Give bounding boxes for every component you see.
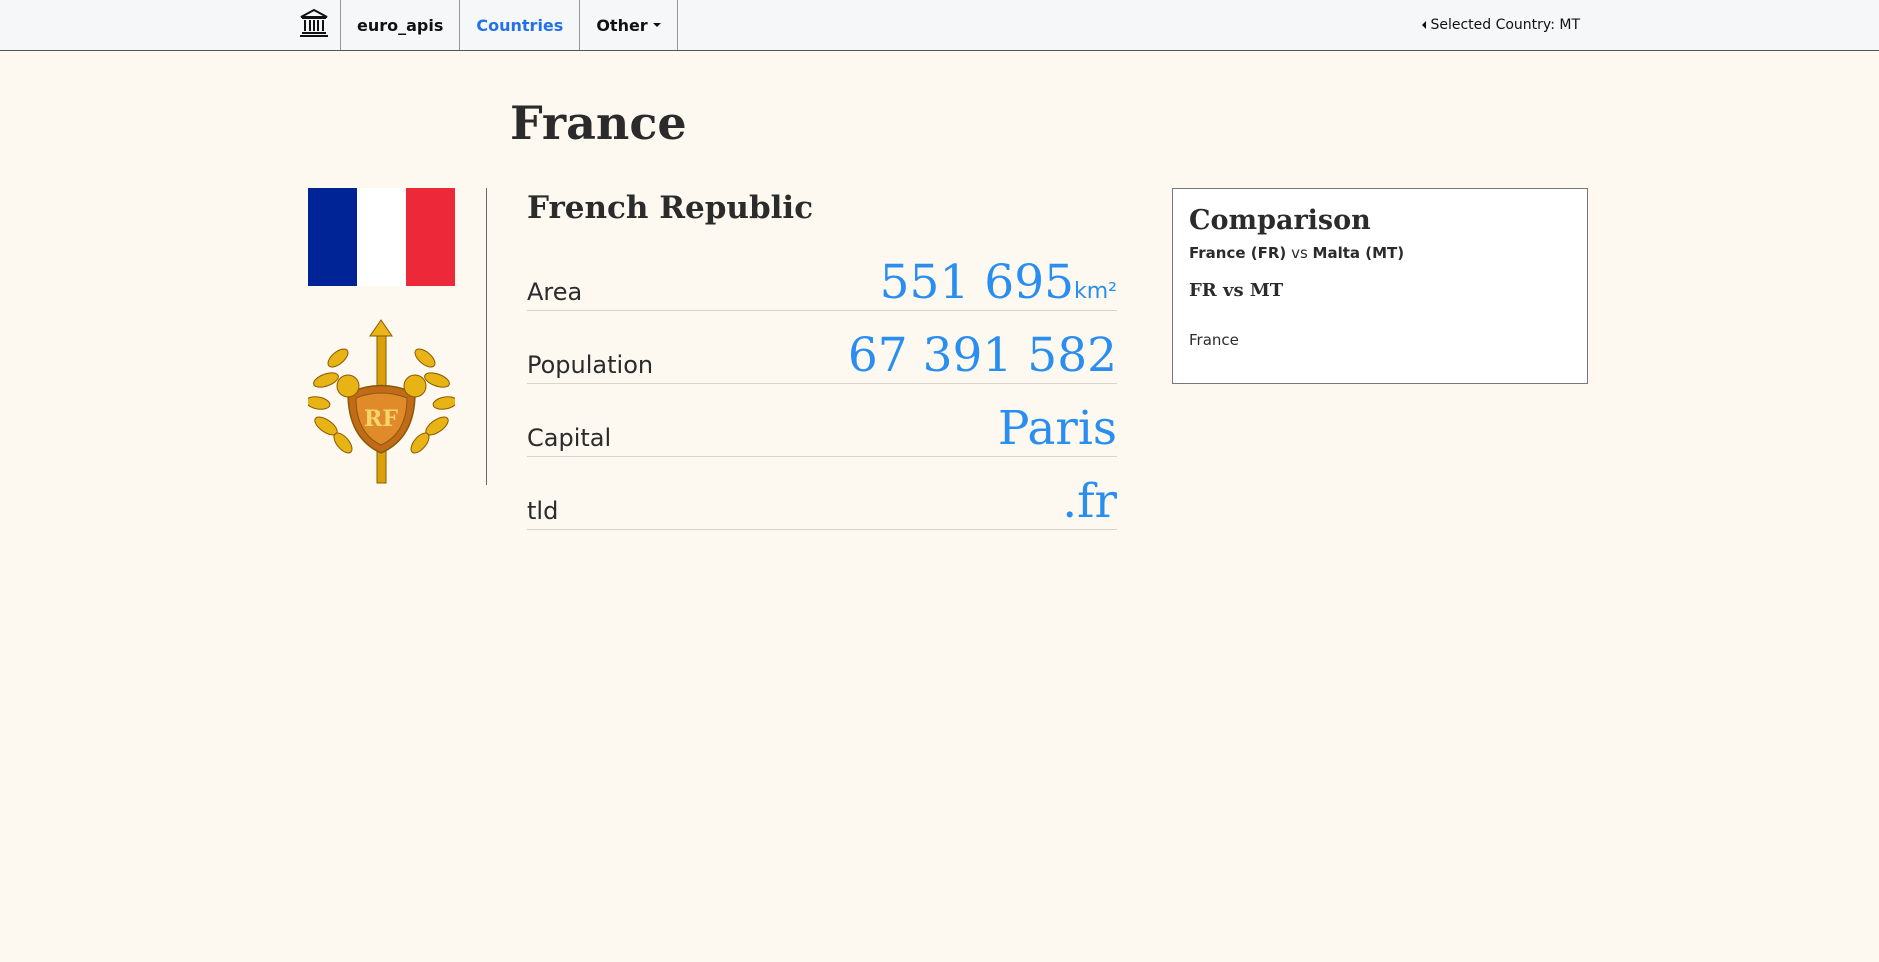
comparison-country-a: France (FR) — [1189, 244, 1287, 262]
fact-row-area: Area 551 695km² — [527, 238, 1117, 311]
home-button[interactable] — [288, 0, 341, 50]
comparison-title: Comparison — [1189, 205, 1371, 236]
coat-of-arms-emblem: RF — [305, 318, 458, 488]
fact-row-capital: Capital Paris — [527, 384, 1117, 457]
svg-text:RF: RF — [364, 406, 398, 432]
page-title: France — [510, 96, 687, 150]
fact-value: .fr — [1062, 474, 1117, 529]
brand-link[interactable]: euro_apis — [341, 0, 461, 50]
fact-value: Paris — [997, 401, 1117, 456]
comparison-panel: Comparison France (FR) vs Malta (MT) FR … — [1172, 188, 1588, 384]
caret-down-icon — [652, 23, 661, 27]
flag-red-stripe — [406, 188, 455, 286]
country-details: French Republic Area 551 695km² Populati… — [527, 188, 1117, 530]
country-flag — [308, 188, 455, 286]
fact-label: Population — [527, 351, 654, 379]
caret-left-icon — [1422, 21, 1427, 29]
area-value: 551 695 — [879, 255, 1074, 310]
fact-label: Area — [527, 278, 583, 306]
official-name: French Republic — [527, 190, 814, 226]
comparison-vs: vs — [1291, 244, 1308, 262]
fact-value: 551 695km² — [880, 259, 1117, 306]
flag-blue-stripe — [308, 188, 357, 286]
fact-label: tld — [527, 497, 559, 525]
comparison-countries: France (FR) vs Malta (MT) — [1189, 244, 1571, 262]
comparison-country-label: France — [1189, 331, 1239, 349]
bank-icon — [299, 8, 329, 42]
selected-country-dropdown[interactable]: Selected Country: MT — [1422, 0, 1580, 50]
nav-items: euro_apis Countries Other — [288, 0, 678, 50]
fact-row-tld: tld .fr — [527, 457, 1117, 530]
nav-countries[interactable]: Countries — [460, 0, 581, 50]
fact-label: Capital — [527, 424, 612, 452]
vertical-divider — [486, 188, 487, 485]
comparison-subtitle: FR vs MT — [1189, 280, 1284, 301]
top-navbar: euro_apis Countries Other Selected Count… — [0, 0, 1879, 51]
fact-value: 67 391 582 — [847, 328, 1117, 383]
selected-country-label: Selected Country: MT — [1430, 17, 1580, 33]
fact-row-population: Population 67 391 582 — [527, 311, 1117, 384]
nav-other-label: Other — [596, 15, 648, 35]
area-unit: km² — [1074, 279, 1117, 304]
flag-white-stripe — [357, 188, 406, 286]
nav-other-dropdown[interactable]: Other — [580, 0, 678, 50]
comparison-country-b: Malta (MT) — [1312, 244, 1405, 262]
